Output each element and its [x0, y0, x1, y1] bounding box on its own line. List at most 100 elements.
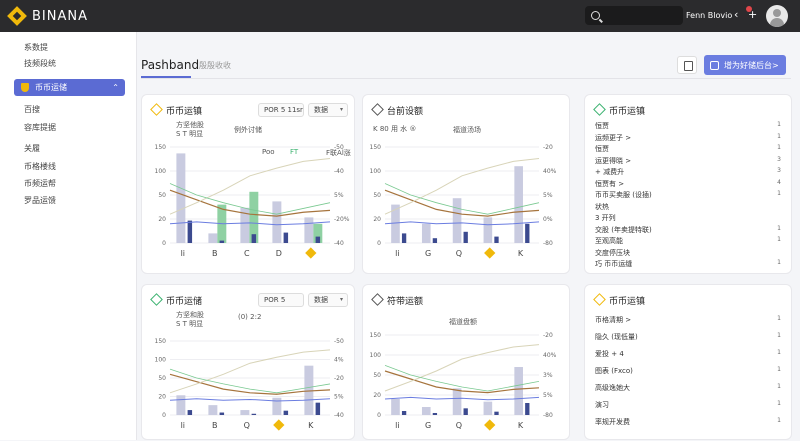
y-right-tick-label: -20 — [543, 144, 553, 151]
sidebar-item-0[interactable]: 系数提 — [24, 42, 48, 53]
primary-action-button[interactable]: 增为好储后台> — [704, 55, 786, 75]
x-tick-label: li — [395, 249, 399, 258]
accent-bar — [283, 410, 289, 415]
search-input[interactable] — [585, 6, 683, 25]
chart-1: 150 100 50 20 0 -50 -40 5% -20% -40 li B C D — [155, 144, 350, 259]
y-tick-label: 50 — [158, 375, 166, 382]
x-tick-label: B — [212, 421, 218, 430]
sidebar-item-3[interactable]: 百搜 — [24, 104, 40, 115]
list-item-label: 币币买卖服 (设插) — [595, 191, 652, 199]
list-item-count: 1 — [777, 121, 781, 128]
brand-diamond-icon — [305, 247, 317, 259]
list-item[interactable]: 恒贾 1 — [595, 144, 781, 154]
shield-icon — [21, 83, 29, 92]
binana-logo-icon — [7, 6, 27, 26]
sidebar-item-7[interactable]: 币频运帮 — [24, 178, 56, 189]
x-tick-label: Q — [456, 249, 462, 258]
list-item-label: 运更得晓 > — [595, 156, 632, 165]
chart-card-1: 币币运镇 POR 5 11sr 数据 ▾ 方坚他股 S T 明显 例外讨储 Poo… — [141, 94, 355, 274]
user-name: Fenn Blovio — [686, 11, 733, 20]
add-icon[interactable]: + — [748, 8, 757, 21]
plus-box-icon — [710, 60, 719, 70]
y-right-tick-label: -20 — [334, 375, 344, 382]
y-right-tick-label: 0% — [543, 216, 553, 223]
list-item[interactable]: 巧 币币运缝 1 — [595, 259, 781, 269]
y-right-tick-label: -50 — [334, 144, 344, 151]
list-item[interactable]: 高级逸她大 1 — [595, 383, 781, 393]
list-item-label: 演习 — [595, 401, 609, 409]
bar — [391, 399, 400, 415]
page-subtitle[interactable]: 殷殷收收 — [199, 60, 231, 71]
avatar[interactable] — [766, 5, 788, 27]
x-tick-label: G — [425, 421, 431, 430]
y-tick-label: 150 — [370, 332, 382, 339]
list-item[interactable]: 运频更子 > 1 — [595, 133, 781, 143]
list-item[interactable]: 隐久 (现低量) 1 — [595, 332, 781, 342]
list-item[interactable]: 恒贾 1 — [595, 121, 781, 131]
list-item[interactable]: 至观高能 1 — [595, 236, 781, 246]
list-item-label: 至观高能 — [595, 237, 623, 245]
y-tick-label: 50 — [158, 192, 166, 199]
bar — [208, 233, 218, 243]
sidebar-item-6[interactable]: 币格楼线 — [24, 161, 56, 172]
bar — [421, 407, 431, 415]
card-title: 币币运镇 — [609, 107, 646, 117]
diamond-icon — [593, 293, 606, 306]
list-item[interactable]: 演习 1 — [595, 400, 781, 410]
list-item-count: 1 — [777, 417, 781, 424]
accent-bar — [187, 220, 193, 243]
list-item-count: 1 — [777, 190, 781, 197]
sidebar-item-8[interactable]: 罗品运馈 — [24, 195, 56, 206]
list-item-label: 交度停压块 — [595, 248, 630, 257]
list-item-count: 3 — [777, 167, 781, 174]
chevron-up-icon: ⌃ — [112, 83, 119, 92]
y-tick-label: 0 — [162, 412, 166, 419]
accent-bar — [219, 240, 225, 243]
accent-bar — [251, 234, 257, 243]
list-item[interactable]: 交股 (年卖提特联) 1 — [595, 225, 781, 235]
list-item-label: 3 开列 — [595, 214, 616, 222]
accent-bar — [251, 413, 257, 415]
list-item[interactable]: 币币买卖服 (设插) 1 — [595, 190, 781, 200]
list-item[interactable]: 恒贾有 > 4 — [595, 179, 781, 189]
x-tick-label: Q — [456, 421, 462, 430]
x-tick-label: G — [425, 249, 431, 258]
sidebar-item-5[interactable]: 关履 — [24, 143, 40, 154]
list-item[interactable]: + 减费升 3 — [595, 167, 781, 177]
list-item[interactable]: 币格清期 > 1 — [595, 315, 781, 325]
sidebar-item-4[interactable]: 容库提据 — [24, 122, 56, 133]
sidebar-item-active[interactable]: 币币运储 ⌃ — [14, 79, 125, 96]
list-item[interactable]: 状热 — [595, 202, 781, 212]
y-tick-label: 20 — [158, 394, 166, 401]
accent-bar — [525, 403, 530, 415]
list-item-count: 3 — [777, 155, 781, 163]
y-tick-label: 0 — [377, 412, 381, 419]
list-item[interactable]: 3 开列 — [595, 213, 781, 223]
y-tick-label: 100 — [155, 168, 167, 175]
list-item[interactable]: 爱投 + 4 1 — [595, 349, 781, 359]
logo[interactable]: BINANA — [7, 6, 88, 26]
diamond-icon — [593, 103, 606, 116]
sidebar-item-1[interactable]: 技频段统 — [24, 58, 56, 69]
y-tick-label: 0 — [377, 240, 381, 247]
clipboard-button[interactable] — [677, 56, 697, 74]
accent-bar — [494, 411, 499, 415]
x-tick-label: K — [518, 421, 524, 430]
accent-bar — [494, 236, 499, 243]
y-right-tick-label: 4% — [334, 357, 344, 364]
list-item[interactable]: 交度停压块 — [595, 248, 781, 258]
accent-bar — [315, 402, 321, 415]
accent-bar — [401, 411, 407, 415]
list-item[interactable]: 率规开发费 1 — [595, 417, 781, 427]
brand-diamond-icon — [273, 419, 285, 431]
x-tick-label: li — [181, 249, 185, 258]
chart-3: 150 100 50 20 0 -50 4% -20 5% -40 li B Q K — [155, 338, 344, 431]
list-item-label: 币格清期 > — [595, 316, 632, 324]
y-right-tick-label: -40 — [334, 168, 344, 175]
search-icon — [591, 11, 600, 20]
back-icon[interactable]: ‹ — [734, 8, 738, 21]
accent-bar — [283, 232, 289, 243]
list-item-label: 爱投 + 4 — [595, 350, 624, 358]
list-item[interactable]: 图表 (Fxco) 1 — [595, 366, 781, 376]
list-item[interactable]: 运更得晓 > 3 — [595, 156, 781, 166]
